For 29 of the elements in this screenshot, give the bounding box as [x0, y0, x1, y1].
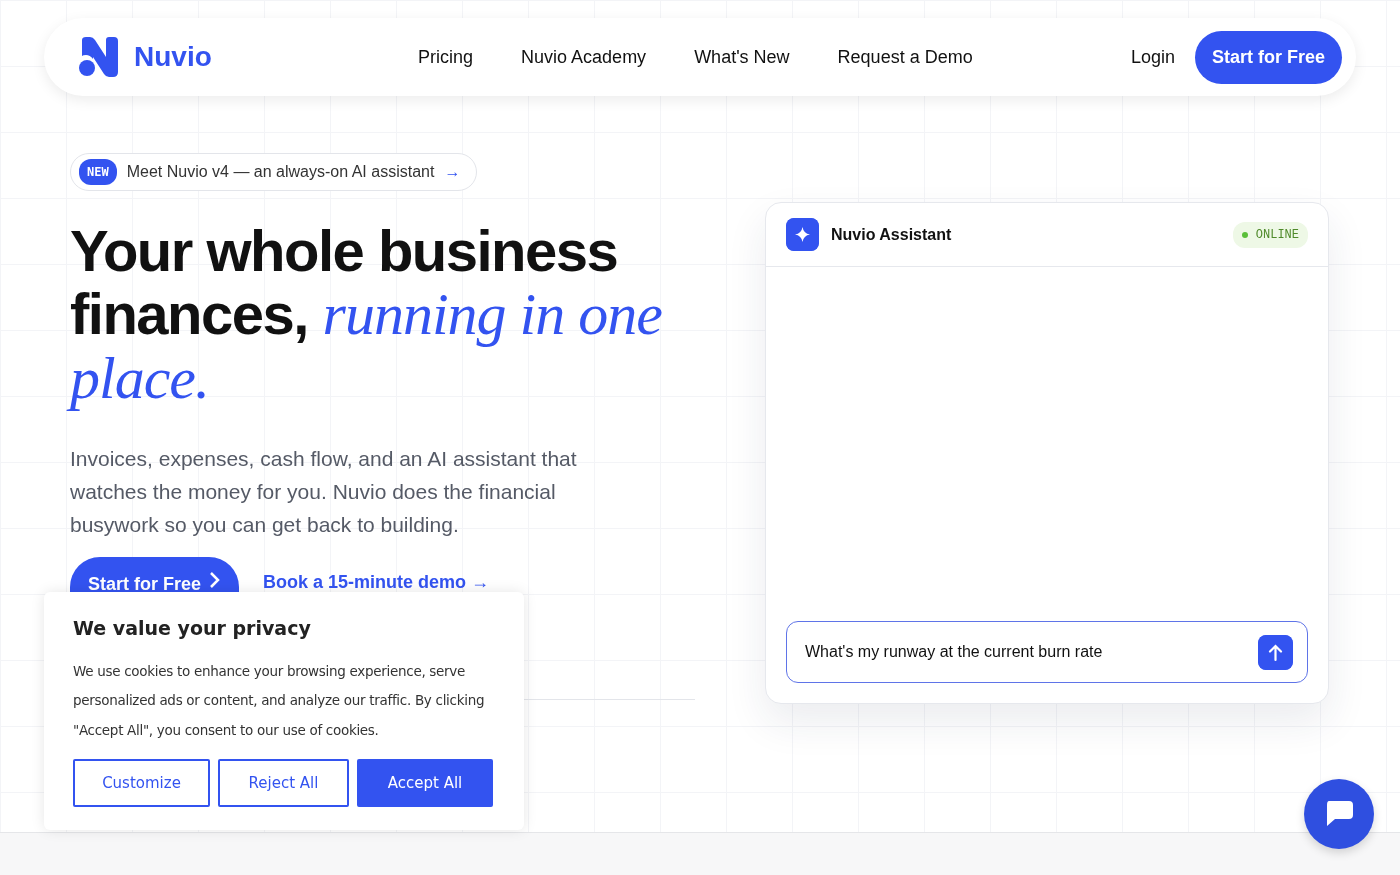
cookie-button[interactable]: Customize	[73, 759, 210, 807]
send-button[interactable]	[1258, 634, 1293, 670]
announcement-text: Meet Nuvio v4 — an always-on AI assistant	[126, 162, 435, 182]
cookie-title: We value your privacy	[73, 616, 312, 641]
new-badge: NEW	[79, 159, 117, 185]
status-badge: ONLINE	[1232, 221, 1308, 248]
demo-link[interactable]: Book a 15-minute demo →	[263, 569, 490, 596]
chevron-icon	[209, 571, 222, 589]
nav-link[interactable]: Nuvio Academy	[521, 43, 647, 71]
cookie-button[interactable]: Reject All	[218, 759, 349, 807]
logo-icon	[78, 37, 118, 77]
announcement-link[interactable]: NEW Meet Nuvio v4 — an always-on AI assistant →	[70, 153, 478, 191]
cookie-text: We use cookies to enhance your browsing experience, serve personalized ads or content, and analyze our traffic. By clicking "Accept All", you consent to our use of cookies.	[73, 661, 486, 740]
hero-description: Invoices, expenses, cash flow, and an AI assistant that watches the money for you. Nuvio does the financial busywork so you can get back to building.	[70, 446, 578, 538]
chat-bubble-icon	[1324, 800, 1354, 828]
nav-link[interactable]: Request a Demo	[837, 43, 973, 71]
sparkle-icon	[786, 218, 819, 251]
nav-link[interactable]: Pricing	[418, 43, 474, 71]
assistant-title: Nuvio Assistant	[831, 224, 952, 245]
arrow-icon: →	[444, 160, 461, 184]
cookie-button[interactable]: Accept All	[357, 759, 493, 807]
login-link[interactable]: Login	[1130, 43, 1175, 71]
start-button[interactable]: Start for Free	[70, 557, 240, 593]
chat-button[interactable]	[1304, 779, 1374, 849]
nav-link[interactable]: What's New	[694, 43, 790, 71]
message-input[interactable]: What's my runway at the current burn rate	[803, 639, 1258, 665]
message-field[interactable]: What's my runway at the current burn rate	[786, 621, 1308, 683]
brand-name[interactable]: Nuvio	[134, 36, 212, 78]
start-button[interactable]: Start for Free	[1194, 30, 1342, 84]
